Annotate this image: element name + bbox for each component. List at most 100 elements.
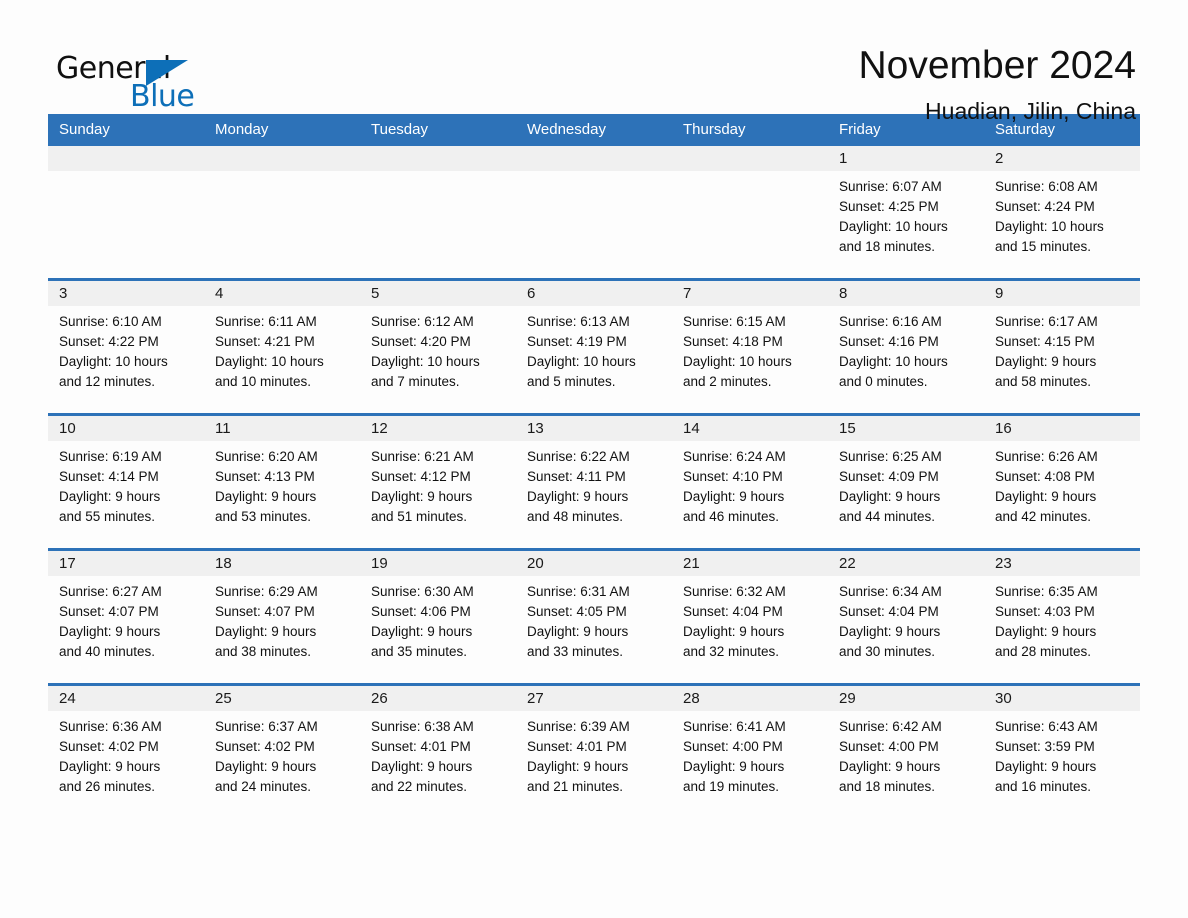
calendar-day-cell[interactable]: 14 Sunrise: 6:24 AM Sunset: 4:10 PM Dayligh… — [672, 413, 828, 550]
calendar-day-cell[interactable]: 29 Sunrise: 6:42 AM Sunset: 4:00 PM Dayligh… — [828, 683, 984, 818]
day-details: Sunrise: 6:27 AM Sunset: 4:07 PM Daylight:… — [48, 576, 204, 662]
daylight-text-line1: Daylight: 9 hours — [995, 354, 1097, 370]
calendar-day-cell[interactable]: 30 Sunrise: 6:43 AM Sunset: 3:59 PM Dayligh… — [984, 683, 1140, 818]
daylight-text-line2: and 19 minutes. — [683, 779, 780, 795]
daylight-text-line1: Daylight: 9 hours — [59, 624, 161, 640]
calendar-day-cell[interactable]: 11 Sunrise: 6:20 AM Sunset: 4:13 PM Dayligh… — [204, 413, 360, 550]
calendar-day-cell[interactable]: 22 Sunrise: 6:34 AM Sunset: 4:04 PM Dayligh… — [828, 548, 984, 685]
sunset-text: Sunset: 4:07 PM — [215, 604, 315, 620]
sunrise-text: Sunrise: 6:35 AM — [995, 584, 1098, 599]
day-details: Sunrise: 6:36 AM Sunset: 4:02 PM Daylight:… — [48, 711, 204, 797]
day-cell-inner: 4 Sunrise: 6:11 AM Sunset: 4:21 PM Daylight… — [204, 281, 360, 413]
sunrise-text: Sunrise: 6:26 AM — [995, 449, 1098, 464]
day-cell-inner: 17 Sunrise: 6:27 AM Sunset: 4:07 PM Dayligh… — [48, 551, 204, 683]
sunrise-text: Sunrise: 6:30 AM — [371, 584, 474, 599]
calendar-day-cell[interactable]: 19 Sunrise: 6:30 AM Sunset: 4:06 PM Dayligh… — [360, 548, 516, 685]
sunrise-text: Sunrise: 6:25 AM — [839, 449, 942, 464]
sunrise-text: Sunrise: 6:17 AM — [995, 314, 1098, 329]
calendar-day-cell[interactable]: 10 Sunrise: 6:19 AM Sunset: 4:14 PM Dayligh… — [48, 413, 204, 550]
daylight-text-line2: and 32 minutes. — [683, 644, 780, 660]
sunrise-text: Sunrise: 6:32 AM — [683, 584, 786, 599]
day-details: Sunrise: 6:24 AM Sunset: 4:10 PM Daylight:… — [672, 441, 828, 527]
day-details: Sunrise: 6:10 AM Sunset: 4:22 PM Daylight:… — [48, 306, 204, 392]
calendar-day-cell[interactable]: 24 Sunrise: 6:36 AM Sunset: 4:02 PM Dayligh… — [48, 683, 204, 818]
day-number: 18 — [204, 551, 360, 576]
day-details: Sunrise: 6:25 AM Sunset: 4:09 PM Daylight:… — [828, 441, 984, 527]
calendar-day-cell[interactable]: 6 Sunrise: 6:13 AM Sunset: 4:19 PM Daylight… — [516, 278, 672, 415]
calendar-day-cell[interactable]: 4 Sunrise: 6:11 AM Sunset: 4:21 PM Daylight… — [204, 278, 360, 415]
sunset-text: Sunset: 4:02 PM — [215, 739, 315, 755]
day-number: 8 — [828, 281, 984, 306]
sunset-text: Sunset: 4:02 PM — [59, 739, 159, 755]
title-block: November 2024 Huadian, Jilin, China — [859, 44, 1141, 124]
calendar-day-cell[interactable]: 18 Sunrise: 6:29 AM Sunset: 4:07 PM Dayligh… — [204, 548, 360, 685]
day-cell-inner: 22 Sunrise: 6:34 AM Sunset: 4:04 PM Dayligh… — [828, 551, 984, 683]
calendar-page: General Blue November 2024 Huadian, Jili… — [0, 0, 1188, 918]
day-number: 9 — [984, 281, 1140, 306]
daylight-text-line1: Daylight: 9 hours — [527, 759, 629, 775]
calendar-day-cell[interactable]: 2 Sunrise: 6:08 AM Sunset: 4:24 PM Daylight… — [984, 146, 1140, 280]
calendar-day-cell[interactable]: 7 Sunrise: 6:15 AM Sunset: 4:18 PM Daylight… — [672, 278, 828, 415]
daylight-text-line1: Daylight: 10 hours — [59, 354, 168, 370]
day-cell-inner: 2 Sunrise: 6:08 AM Sunset: 4:24 PM Daylight… — [984, 146, 1140, 278]
daylight-text-line1: Daylight: 9 hours — [995, 759, 1097, 775]
day-number: 24 — [48, 686, 204, 711]
day-details: Sunrise: 6:11 AM Sunset: 4:21 PM Daylight:… — [204, 306, 360, 392]
calendar-day-cell[interactable]: 26 Sunrise: 6:38 AM Sunset: 4:01 PM Dayligh… — [360, 683, 516, 818]
calendar-day-cell[interactable]: 1 Sunrise: 6:07 AM Sunset: 4:25 PM Daylight… — [828, 146, 984, 280]
calendar-day-cell[interactable]: 23 Sunrise: 6:35 AM Sunset: 4:03 PM Dayligh… — [984, 548, 1140, 685]
day-cell-inner — [360, 146, 516, 278]
day-number: 30 — [984, 686, 1140, 711]
day-details: Sunrise: 6:12 AM Sunset: 4:20 PM Daylight:… — [360, 306, 516, 392]
day-number: 15 — [828, 416, 984, 441]
calendar-day-cell[interactable]: 9 Sunrise: 6:17 AM Sunset: 4:15 PM Daylight… — [984, 278, 1140, 415]
sunrise-text: Sunrise: 6:38 AM — [371, 719, 474, 734]
sunset-text: Sunset: 4:12 PM — [371, 469, 471, 485]
sunset-text: Sunset: 4:25 PM — [839, 199, 939, 215]
calendar-day-cell[interactable]: 15 Sunrise: 6:25 AM Sunset: 4:09 PM Dayligh… — [828, 413, 984, 550]
calendar-day-cell[interactable]: 27 Sunrise: 6:39 AM Sunset: 4:01 PM Dayligh… — [516, 683, 672, 818]
calendar-day-cell[interactable]: 8 Sunrise: 6:16 AM Sunset: 4:16 PM Daylight… — [828, 278, 984, 415]
sunset-text: Sunset: 4:09 PM — [839, 469, 939, 485]
day-details: Sunrise: 6:07 AM Sunset: 4:25 PM Daylight:… — [828, 171, 984, 257]
sunrise-text: Sunrise: 6:29 AM — [215, 584, 318, 599]
day-cell-inner: 13 Sunrise: 6:22 AM Sunset: 4:11 PM Dayligh… — [516, 416, 672, 548]
day-details: Sunrise: 6:22 AM Sunset: 4:11 PM Daylight:… — [516, 441, 672, 527]
sunrise-text: Sunrise: 6:27 AM — [59, 584, 162, 599]
daylight-text-line1: Daylight: 10 hours — [995, 219, 1104, 235]
calendar-day-cell[interactable]: 25 Sunrise: 6:37 AM Sunset: 4:02 PM Dayligh… — [204, 683, 360, 818]
calendar-day-cell[interactable]: 5 Sunrise: 6:12 AM Sunset: 4:20 PM Daylight… — [360, 278, 516, 415]
daylight-text-line2: and 24 minutes. — [215, 779, 312, 795]
calendar-day-cell-empty — [360, 146, 516, 280]
day-details: Sunrise: 6:20 AM Sunset: 4:13 PM Daylight:… — [204, 441, 360, 527]
day-number: 13 — [516, 416, 672, 441]
sunset-text: Sunset: 4:24 PM — [995, 199, 1095, 215]
sunset-text: Sunset: 4:22 PM — [59, 334, 159, 350]
daylight-text-line2: and 35 minutes. — [371, 644, 468, 660]
calendar-day-cell[interactable]: 12 Sunrise: 6:21 AM Sunset: 4:12 PM Dayligh… — [360, 413, 516, 550]
day-details: Sunrise: 6:30 AM Sunset: 4:06 PM Daylight:… — [360, 576, 516, 662]
calendar-day-cell[interactable]: 13 Sunrise: 6:22 AM Sunset: 4:11 PM Dayligh… — [516, 413, 672, 550]
page-header: General Blue November 2024 Huadian, Jili… — [48, 0, 1140, 124]
day-cell-inner: 27 Sunrise: 6:39 AM Sunset: 4:01 PM Dayligh… — [516, 686, 672, 818]
sunrise-text: Sunrise: 6:43 AM — [995, 719, 1098, 734]
calendar-day-cell[interactable]: 21 Sunrise: 6:32 AM Sunset: 4:04 PM Dayligh… — [672, 548, 828, 685]
calendar-day-cell[interactable]: 20 Sunrise: 6:31 AM Sunset: 4:05 PM Dayligh… — [516, 548, 672, 685]
daylight-text-line2: and 40 minutes. — [59, 644, 156, 660]
day-cell-inner: 10 Sunrise: 6:19 AM Sunset: 4:14 PM Dayligh… — [48, 416, 204, 548]
day-details: Sunrise: 6:17 AM Sunset: 4:15 PM Daylight:… — [984, 306, 1140, 392]
calendar-day-cell[interactable]: 28 Sunrise: 6:41 AM Sunset: 4:00 PM Dayligh… — [672, 683, 828, 818]
calendar-day-cell[interactable]: 17 Sunrise: 6:27 AM Sunset: 4:07 PM Dayligh… — [48, 548, 204, 685]
daylight-text-line2: and 38 minutes. — [215, 644, 312, 660]
sunset-text: Sunset: 4:05 PM — [527, 604, 627, 620]
calendar-day-cell[interactable]: 3 Sunrise: 6:10 AM Sunset: 4:22 PM Daylight… — [48, 278, 204, 415]
day-details: Sunrise: 6:35 AM Sunset: 4:03 PM Daylight:… — [984, 576, 1140, 662]
calendar-day-cell[interactable]: 16 Sunrise: 6:26 AM Sunset: 4:08 PM Dayligh… — [984, 413, 1140, 550]
general-blue-logo[interactable]: General Blue — [48, 44, 198, 114]
daylight-text-line2: and 51 minutes. — [371, 509, 468, 525]
calendar-week-row: 17 Sunrise: 6:27 AM Sunset: 4:07 PM Dayligh… — [48, 548, 1140, 685]
day-details: Sunrise: 6:16 AM Sunset: 4:16 PM Daylight:… — [828, 306, 984, 392]
sunset-text: Sunset: 4:01 PM — [527, 739, 627, 755]
sunrise-text: Sunrise: 6:36 AM — [59, 719, 162, 734]
day-cell-inner: 6 Sunrise: 6:13 AM Sunset: 4:19 PM Daylight… — [516, 281, 672, 413]
